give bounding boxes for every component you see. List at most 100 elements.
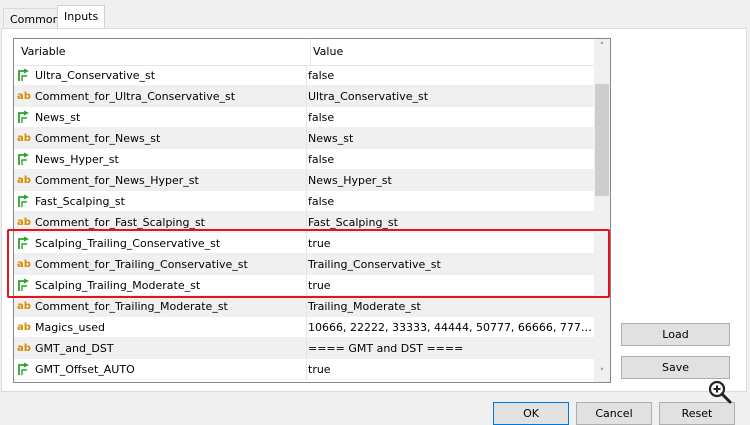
ok-button[interactable]: OK: [493, 402, 569, 425]
scroll-down-arrow-icon[interactable]: ˅: [594, 365, 610, 382]
table-row[interactable]: ab Comment_for_Trailing_Conservative_st Tr…: [14, 254, 594, 275]
table-row[interactable]: ab Magics_used 10666, 22222, 33333, 44444,…: [14, 317, 594, 338]
tab-common[interactable]: Common: [3, 8, 60, 29]
table-row[interactable]: ab Comment_for_News_st News_st: [14, 128, 594, 149]
value-cell[interactable]: false: [306, 65, 593, 86]
value-cell[interactable]: Fast_Scalping_st: [306, 212, 593, 233]
value-text: Fast_Scalping_st: [308, 216, 398, 229]
value-cell[interactable]: Trailing_Moderate_st: [306, 296, 593, 317]
table-row[interactable]: News_Hyper_st false: [14, 149, 594, 170]
tab-bar: Common Inputs: [0, 0, 750, 29]
value-cell[interactable]: true: [306, 275, 593, 296]
reset-button[interactable]: Reset: [659, 402, 735, 425]
variable-cell: Ultra_Conservative_st: [17, 65, 305, 86]
scrollbar-thumb[interactable]: [595, 84, 609, 196]
value-cell[interactable]: Ultra_Conservative_st: [306, 86, 593, 107]
save-button[interactable]: Save: [621, 356, 730, 379]
value-cell[interactable]: 10666, 22222, 33333, 44444, 50777, 66666…: [306, 317, 593, 338]
variable-name: Comment_for_News_Hyper_st: [35, 174, 199, 187]
table-row[interactable]: ab Comment_for_Trailing_Moderate_st Traili…: [14, 296, 594, 317]
variable-cell: ab Comment_for_Trailing_Conservative_st: [17, 254, 305, 275]
value-cell[interactable]: News_st: [306, 128, 593, 149]
value-text: News_st: [308, 132, 354, 145]
scroll-up-arrow-icon[interactable]: ˄: [594, 39, 610, 56]
table-row[interactable]: ab Comment_for_Fast_Scalping_st Fast_Scalp…: [14, 212, 594, 233]
variable-cell: ab Comment_for_News_st: [17, 128, 305, 149]
variable-cell: Scalping_Trailing_Moderate_st: [17, 275, 305, 296]
value-cell[interactable]: Trailing_Conservative_st: [306, 254, 593, 275]
green-arrow-icon: [18, 68, 29, 81]
green-arrow-icon: [18, 110, 29, 123]
ab-text-icon: ab: [17, 132, 31, 144]
variable-name: Fast_Scalping_st: [35, 195, 125, 208]
value-cell[interactable]: false: [306, 191, 593, 212]
cancel-button[interactable]: Cancel: [576, 402, 652, 425]
variable-name: Comment_for_Fast_Scalping_st: [35, 216, 205, 229]
variable-name: GMT_and_DST: [35, 342, 114, 355]
table-row[interactable]: ab Comment_for_News_Hyper_st News_Hyper_st: [14, 170, 594, 191]
load-button[interactable]: Load: [621, 323, 730, 346]
ab-text-icon: ab: [17, 258, 31, 270]
value-text: false: [308, 111, 335, 124]
value-cell[interactable]: false: [306, 107, 593, 128]
value-cell[interactable]: false: [306, 149, 593, 170]
table-row[interactable]: ab Comment_for_Ultra_Conservative_st Ultra…: [14, 86, 594, 107]
value-text: false: [308, 69, 335, 82]
value-text: Trailing_Conservative_st: [308, 258, 441, 271]
value-text: false: [308, 153, 335, 166]
value-cell[interactable]: true: [306, 233, 593, 254]
tab-inputs[interactable]: Inputs: [57, 5, 105, 29]
variable-name: Scalping_Trailing_Conservative_st: [35, 237, 221, 250]
variable-cell: ab Comment_for_News_Hyper_st: [17, 170, 305, 191]
variable-name: Magics_used: [35, 321, 106, 334]
column-header-variable[interactable]: Variable: [21, 39, 303, 65]
value-text: News_Hyper_st: [308, 174, 392, 187]
value-cell[interactable]: true: [306, 359, 593, 380]
column-header-value[interactable]: Value: [310, 39, 591, 65]
table-row[interactable]: Fast_Scalping_st false: [14, 191, 594, 212]
value-cell[interactable]: News_Hyper_st: [306, 170, 593, 191]
value-text: true: [308, 237, 331, 250]
variable-cell: ab Comment_for_Fast_Scalping_st: [17, 212, 305, 233]
variable-name: News_Hyper_st: [35, 153, 119, 166]
variable-name: Comment_for_Trailing_Conservative_st: [35, 258, 248, 271]
variable-name: GMT_Offset_AUTO: [35, 363, 135, 376]
table-row[interactable]: Scalping_Trailing_Moderate_st true: [14, 275, 594, 296]
inputs-grid: Variable Value Ultra_Conservative_stfals…: [13, 38, 611, 383]
variable-cell: ab Comment_for_Trailing_Moderate_st: [17, 296, 305, 317]
table-row[interactable]: ab GMT_and_DST ==== GMT and DST ====: [14, 338, 594, 359]
column-header-value-label: Value: [313, 45, 344, 58]
vertical-scrollbar[interactable]: ˄ ˅: [594, 39, 610, 382]
table-row[interactable]: News_st false: [14, 107, 594, 128]
variable-name: Ultra_Conservative_st: [35, 69, 156, 82]
variable-cell: News_Hyper_st: [17, 149, 305, 170]
table-row[interactable]: Ultra_Conservative_st false: [14, 65, 594, 86]
value-text: 10666, 22222, 33333, 44444, 50777, 66666…: [308, 321, 593, 334]
grid-header: Variable Value: [14, 39, 594, 66]
green-arrow-icon: [18, 362, 29, 375]
value-text: Ultra_Conservative_st: [308, 90, 429, 103]
grid-rows: Ultra_Conservative_st false ab Comment_for_…: [14, 65, 594, 380]
ab-text-icon: ab: [17, 216, 31, 228]
table-row[interactable]: GMT_Offset_AUTO true: [14, 359, 594, 380]
ab-text-icon: ab: [17, 321, 31, 333]
green-arrow-icon: [18, 278, 29, 291]
variable-name: Scalping_Trailing_Moderate_st: [35, 279, 201, 292]
value-cell[interactable]: ==== GMT and DST ====: [306, 338, 593, 359]
variable-name: Comment_for_News_st: [35, 132, 161, 145]
variable-name: Comment_for_Trailing_Moderate_st: [35, 300, 228, 313]
value-text: Trailing_Moderate_st: [308, 300, 421, 313]
variable-cell: ab Magics_used: [17, 317, 305, 338]
green-arrow-icon: [18, 194, 29, 207]
ab-text-icon: ab: [17, 300, 31, 312]
table-row[interactable]: Scalping_Trailing_Conservative_st true: [14, 233, 594, 254]
green-arrow-icon: [18, 152, 29, 165]
variable-name: News_st: [35, 111, 81, 124]
value-text: ==== GMT and DST ====: [308, 342, 464, 355]
zoom-in-icon[interactable]: [707, 379, 733, 405]
value-text: true: [308, 363, 331, 376]
ab-text-icon: ab: [17, 90, 31, 102]
value-text: false: [308, 195, 335, 208]
value-text: true: [308, 279, 331, 292]
variable-cell: ab Comment_for_Ultra_Conservative_st: [17, 86, 305, 107]
